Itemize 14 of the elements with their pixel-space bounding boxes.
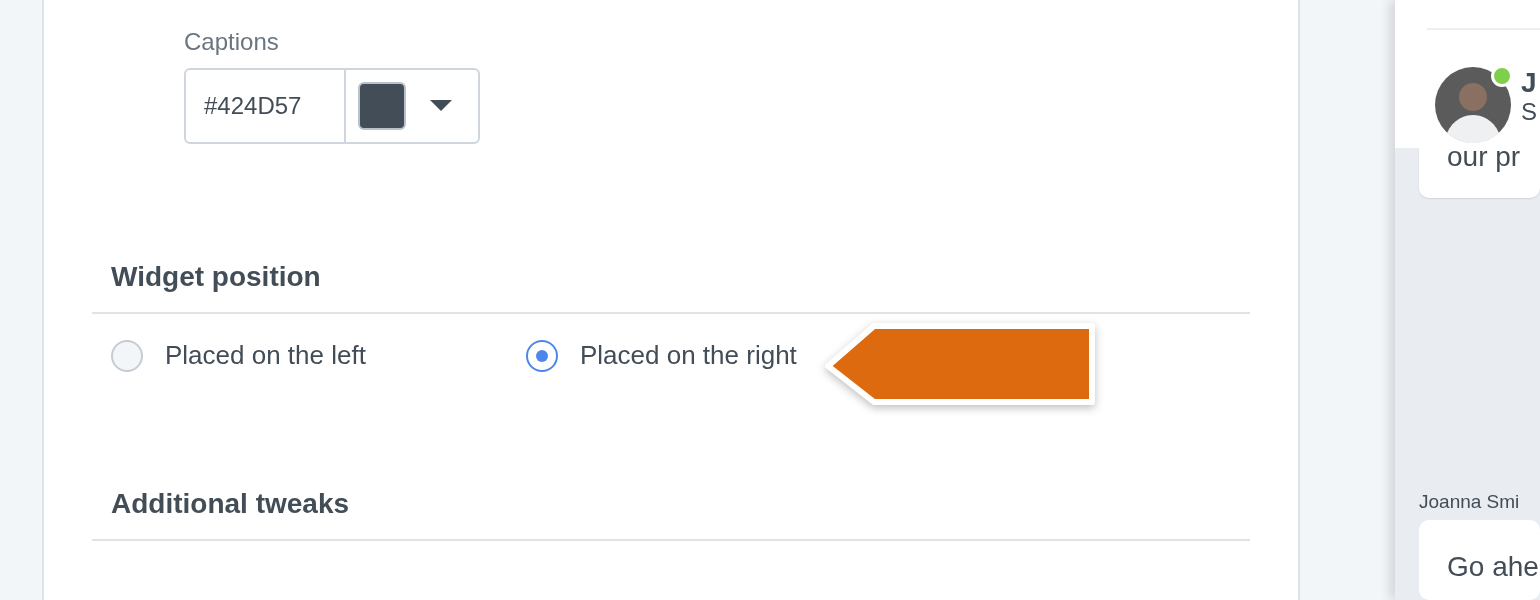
radio-option[interactable]: Placed on the left bbox=[111, 336, 526, 375]
section-heading: Additional tweaks bbox=[92, 483, 1250, 541]
message-bubble: Go ahe bbox=[1419, 520, 1540, 600]
radio-option[interactable]: Placed on the right bbox=[526, 336, 797, 375]
field-label: Captions bbox=[184, 27, 280, 57]
hex-color-field[interactable]: #424D57 bbox=[184, 68, 346, 144]
caret-icon bbox=[430, 100, 452, 112]
contact-status: S bbox=[1521, 98, 1537, 126]
section-heading: Widget position bbox=[92, 256, 1250, 314]
message-author: Joanna Smi bbox=[1419, 489, 1521, 514]
contact-name: J bbox=[1521, 68, 1537, 99]
avatar-icon bbox=[1435, 67, 1511, 143]
color-swatch bbox=[358, 82, 406, 130]
color-picker-button[interactable] bbox=[346, 68, 480, 144]
